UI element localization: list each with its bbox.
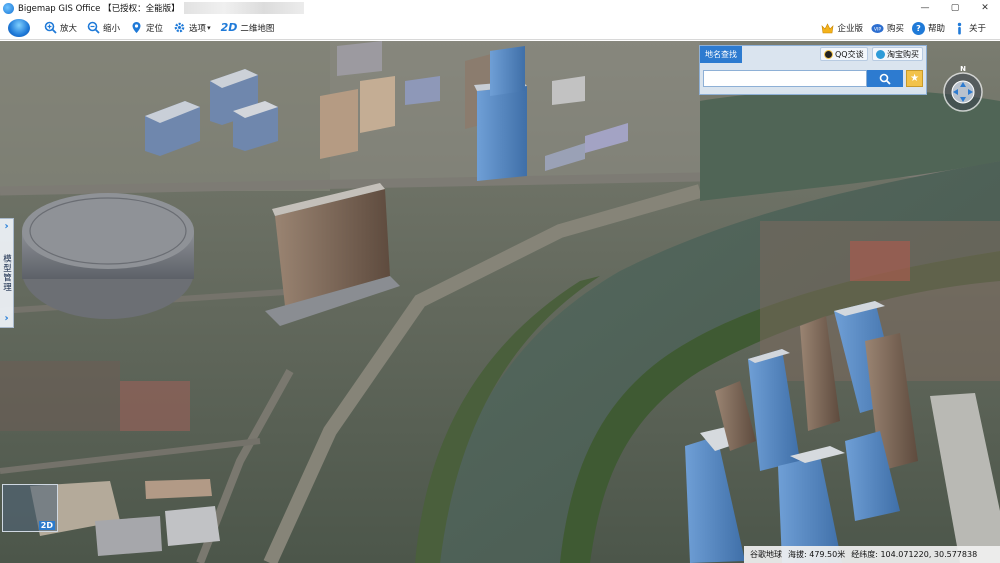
favorite-star-button[interactable]: ★ bbox=[906, 70, 923, 87]
help-label: 帮助 bbox=[927, 24, 945, 34]
taobao-buy-label: 淘宝购买 bbox=[887, 49, 919, 59]
satellite-3d-scene bbox=[0, 41, 1000, 563]
qq-chat-button[interactable]: QQ交谈 bbox=[820, 47, 868, 61]
window-title: Bigemap GIS Office 【已授权：全能版】 bbox=[18, 4, 180, 14]
location-pin-icon bbox=[130, 21, 143, 34]
2d-map-label: 二维地图 bbox=[240, 23, 275, 34]
navigation-compass[interactable]: N bbox=[941, 64, 985, 114]
toolbar-right-group: 企业版 VIP 购买 ? 帮助 关于 bbox=[821, 16, 994, 40]
purchase-icon: VIP bbox=[871, 22, 884, 35]
purchase-label: 购买 bbox=[886, 24, 904, 34]
map-3d-viewport[interactable] bbox=[0, 41, 1000, 563]
chevron-right-icon: › bbox=[4, 221, 9, 232]
enterprise-badge-icon bbox=[821, 22, 834, 35]
help-button[interactable]: ? 帮助 bbox=[911, 21, 945, 35]
qq-chat-label: QQ交谈 bbox=[835, 49, 864, 59]
enterprise-edition-button[interactable]: 企业版 bbox=[821, 22, 863, 35]
search-icon bbox=[879, 73, 891, 85]
zoom-in-icon bbox=[44, 21, 57, 34]
zoom-in-button[interactable]: 放大 bbox=[44, 21, 77, 34]
compass-icon: N bbox=[943, 65, 983, 112]
locate-label: 定位 bbox=[146, 23, 164, 34]
main-toolbar: 放大 缩小 定位 选项 ▾ 2D 二维地图 企业版 VIP 购买 ? 帮助 关于 bbox=[0, 16, 1000, 40]
chevron-down-icon: ▾ bbox=[207, 23, 211, 32]
locate-button[interactable]: 定位 bbox=[130, 21, 163, 34]
model-management-panel-toggle[interactable]: › 模型管理 › bbox=[0, 218, 14, 328]
zoom-out-label: 缩小 bbox=[103, 23, 121, 34]
gear-icon bbox=[173, 21, 186, 34]
chevron-right-icon: › bbox=[4, 313, 9, 324]
about-label: 关于 bbox=[968, 24, 986, 34]
title-bar: Bigemap GIS Office 【已授权：全能版】 — ▢ ✕ bbox=[0, 0, 1000, 16]
help-glyph: ? bbox=[911, 21, 925, 35]
place-search-panel: 地名查找 QQ交谈 淘宝购买 ★ bbox=[699, 45, 927, 95]
bigemap-logo-icon bbox=[8, 18, 30, 37]
info-icon bbox=[953, 22, 966, 35]
coordinates-readout: 经纬度: 104.071220, 30.577838 bbox=[851, 550, 978, 559]
imagery-source: 谷歌地球 bbox=[750, 550, 782, 559]
taobao-icon bbox=[876, 49, 885, 59]
app-logo-icon bbox=[3, 2, 14, 14]
taobao-buy-button[interactable]: 淘宝购买 bbox=[872, 47, 923, 61]
minimize-button[interactable]: — bbox=[910, 0, 940, 16]
zoom-out-icon bbox=[87, 21, 100, 34]
window-controls: — ▢ ✕ bbox=[910, 0, 1000, 16]
star-icon: ★ bbox=[910, 73, 920, 84]
tab-place-search[interactable]: 地名查找 bbox=[700, 46, 742, 63]
title-redacted-area bbox=[183, 2, 304, 14]
close-button[interactable]: ✕ bbox=[970, 0, 1000, 16]
2d-icon: 2D bbox=[220, 21, 238, 34]
purchase-button[interactable]: VIP 购买 bbox=[871, 22, 904, 35]
search-button[interactable] bbox=[866, 70, 904, 87]
zoom-in-label: 放大 bbox=[60, 23, 78, 34]
search-panel-body: ★ bbox=[700, 63, 926, 94]
enterprise-label: 企业版 bbox=[837, 24, 863, 34]
zoom-out-button[interactable]: 缩小 bbox=[87, 21, 120, 34]
status-bar: 谷歌地球 海拔: 479.50米 经纬度: 104.071220, 30.577… bbox=[744, 546, 1000, 563]
options-label: 选项 bbox=[189, 23, 207, 34]
help-icon: ? bbox=[911, 21, 925, 35]
search-panel-header: 地名查找 QQ交谈 淘宝购买 bbox=[700, 46, 926, 63]
about-button[interactable]: 关于 bbox=[953, 22, 986, 35]
place-search-input[interactable] bbox=[703, 70, 867, 87]
altitude-readout: 海拔: 479.50米 bbox=[788, 550, 846, 559]
2d-map-button[interactable]: 2D 二维地图 bbox=[221, 21, 275, 34]
2d-overview-thumbnail[interactable]: 2D bbox=[2, 484, 58, 532]
qq-penguin-icon bbox=[824, 49, 833, 59]
svg-text:VIP: VIP bbox=[874, 26, 881, 32]
options-button[interactable]: 选项 ▾ bbox=[173, 21, 211, 34]
maximize-button[interactable]: ▢ bbox=[940, 0, 970, 16]
svg-text:N: N bbox=[960, 65, 966, 73]
thumbnail-2d-label: 2D bbox=[38, 521, 55, 530]
model-management-label: 模型管理 bbox=[1, 254, 12, 292]
